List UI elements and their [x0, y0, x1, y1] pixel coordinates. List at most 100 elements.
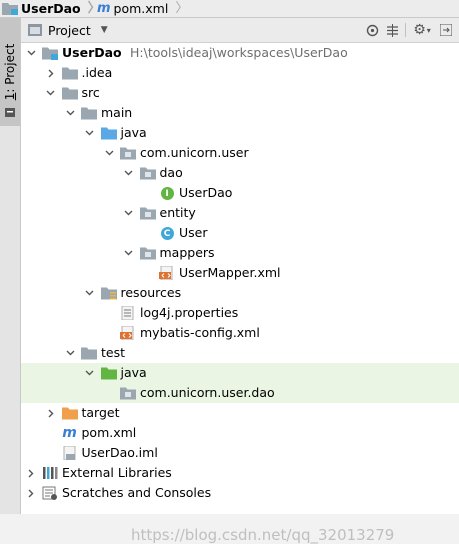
tree-node-log4j-properties[interactable]: log4j.properties	[21, 303, 459, 323]
collapsed-arrow-icon[interactable]	[45, 403, 57, 423]
folder-resources-icon	[100, 286, 117, 300]
tree-node-label: pom.xml	[81, 425, 137, 440]
breadcrumb-project-label: UserDao	[21, 0, 81, 16]
maven-icon: m	[97, 0, 111, 16]
collapse-icon	[386, 23, 398, 37]
breadcrumb-project[interactable]: UserDao 〉	[2, 0, 101, 17]
module-folder-icon	[42, 46, 58, 60]
folder-orange-icon	[61, 406, 78, 420]
expanded-arrow-icon[interactable]	[84, 363, 96, 383]
tree-node-scratches-and-consoles[interactable]: Scratches and Consoles	[21, 483, 459, 503]
package-icon	[139, 166, 156, 180]
expanded-arrow-icon[interactable]	[45, 83, 57, 103]
project-tree[interactable]: UserDao H:\tools\ideaj\workspaces\UserDao…	[21, 43, 459, 544]
hide-panel-button[interactable]	[437, 21, 455, 39]
tree-node-label: Scratches and Consoles	[62, 485, 212, 500]
chevron-right-icon: 〉	[175, 0, 189, 16]
expanded-arrow-icon[interactable]	[25, 43, 37, 63]
project-tool-tab[interactable]: 1: Project	[0, 18, 20, 126]
tree-node-mybatis-config-xml[interactable]: mybatis-config.xml	[21, 323, 459, 343]
package-icon	[120, 146, 136, 160]
tree-node-label: UserDao.iml	[81, 445, 158, 460]
hide-icon	[440, 24, 452, 36]
tool-window-stripe: 1: Project	[0, 18, 21, 514]
package-icon	[120, 386, 136, 400]
tree-node-label: test	[101, 345, 126, 360]
expanded-arrow-icon[interactable]	[64, 103, 76, 123]
folder-blue-icon	[100, 126, 117, 140]
tree-node-dao[interactable]: dao	[21, 163, 459, 183]
libraries-icon	[42, 466, 58, 480]
interface-icon: I	[159, 186, 175, 200]
tree-node-label: UserDao	[179, 185, 233, 200]
expanded-arrow-icon[interactable]	[64, 343, 76, 363]
collapse-all-button[interactable]	[383, 21, 401, 39]
maven-icon: m	[62, 425, 77, 441]
view-mode-label: Project	[48, 22, 91, 38]
scroll-from-source-button[interactable]	[363, 21, 381, 39]
tree-node-userdao[interactable]: I UserDao	[21, 183, 459, 203]
tree-node-user[interactable]: C User	[21, 223, 459, 243]
tree-node-pom-xml[interactable]: m pom.xml	[21, 423, 459, 443]
tree-node-label: log4j.properties	[140, 305, 239, 320]
xml-icon	[159, 266, 175, 280]
tree-node-java[interactable]: java	[21, 363, 459, 383]
expanded-arrow-icon[interactable]	[103, 143, 115, 163]
tree-node-label: src	[81, 85, 100, 100]
package-icon	[139, 206, 156, 220]
navigation-bar: UserDao 〉 m pom.xml 〉	[0, 0, 459, 18]
folder-green-icon	[100, 366, 117, 380]
breadcrumb-file[interactable]: m pom.xml 〉	[97, 0, 188, 17]
tree-node-label: .idea	[81, 65, 113, 80]
tree-node-main[interactable]: main	[21, 103, 459, 123]
module-path: H:\tools\ideaj\workspaces\UserDao	[130, 45, 348, 60]
tree-node-idea[interactable]: .idea	[21, 63, 459, 83]
tree-node-label: resources	[120, 285, 182, 300]
breadcrumb-file-label: pom.xml	[113, 0, 169, 16]
package-icon	[139, 246, 156, 260]
tree-node-label: target	[81, 405, 120, 420]
settings-button[interactable]: ⚙ ▾	[413, 21, 431, 39]
tree-node-entity[interactable]: entity	[21, 203, 459, 223]
expanded-arrow-icon[interactable]	[123, 163, 135, 183]
tree-node-resources[interactable]: resources	[21, 283, 459, 303]
collapsed-arrow-icon[interactable]	[25, 483, 37, 503]
tree-node-java[interactable]: java	[21, 123, 459, 143]
tree-node-external-libraries[interactable]: External Libraries	[21, 463, 459, 483]
tree-node-label: External Libraries	[62, 465, 172, 480]
tree-node-label: com.unicorn.user.dao	[140, 385, 275, 400]
folder-gray-icon	[81, 106, 97, 120]
collapsed-arrow-icon[interactable]	[25, 463, 37, 483]
tree-node-label: mappers	[159, 245, 215, 260]
tree-node-usermapper-xml[interactable]: UserMapper.xml	[21, 263, 459, 283]
tree-node-src[interactable]: src	[21, 83, 459, 103]
class-icon: C	[159, 226, 175, 240]
expanded-arrow-icon[interactable]	[84, 283, 96, 303]
tree-node-label: entity	[159, 205, 196, 220]
tree-node-userdao-iml[interactable]: UserDao.iml	[21, 443, 459, 463]
expanded-arrow-icon[interactable]	[84, 123, 96, 143]
collapsed-arrow-icon[interactable]	[45, 63, 57, 83]
tree-node-label: java	[120, 365, 147, 380]
folder-gray-icon	[61, 86, 78, 100]
view-mode-selector[interactable]: Project ▼	[28, 21, 108, 39]
project-icon	[5, 108, 15, 117]
tree-node-mappers[interactable]: mappers	[21, 243, 459, 263]
gear-icon: ⚙	[413, 22, 426, 38]
tree-node-label: mybatis-config.xml	[140, 325, 260, 340]
tree-node-userdao[interactable]: UserDao H:\tools\ideaj\workspaces\UserDao	[21, 43, 459, 63]
tree-node-label: main	[101, 105, 133, 120]
expanded-arrow-icon[interactable]	[123, 243, 135, 263]
tree-node-label: User	[179, 225, 208, 240]
tree-node-test[interactable]: test	[21, 343, 459, 363]
properties-icon	[120, 306, 136, 320]
tree-node-target[interactable]: target	[21, 403, 459, 423]
dropdown-arrow-icon: ▼	[100, 25, 108, 35]
watermark: https://blog.csdn.net/qq_32013279	[131, 526, 395, 544]
tree-node-com-unicorn-user[interactable]: com.unicorn.user	[21, 143, 459, 163]
tree-node-com-unicorn-user-dao[interactable]: com.unicorn.user.dao	[21, 383, 459, 403]
iml-icon	[62, 446, 78, 460]
project-tool-tab-label: 1: Project	[3, 43, 17, 101]
tree-node-label: UserMapper.xml	[179, 265, 281, 280]
expanded-arrow-icon[interactable]	[123, 203, 135, 223]
